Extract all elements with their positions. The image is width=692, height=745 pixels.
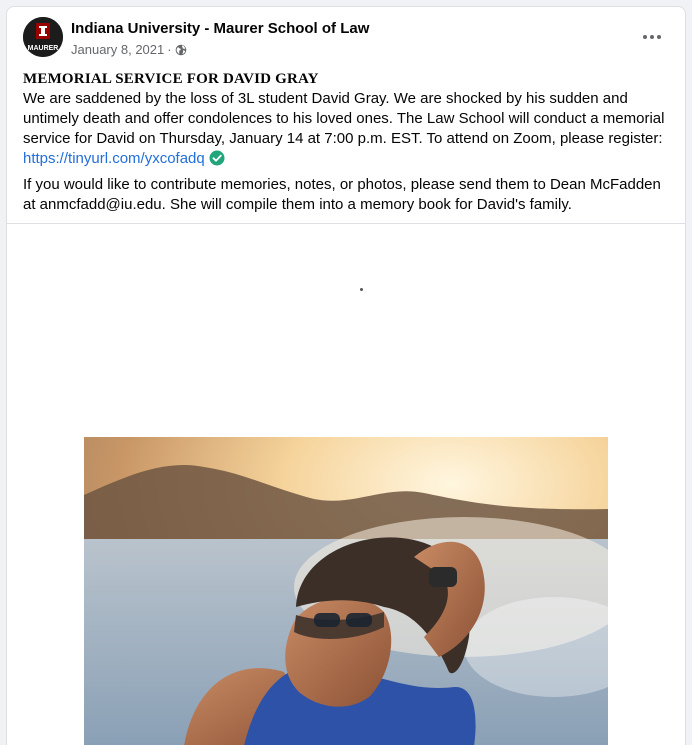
- page-avatar[interactable]: MAURER: [23, 17, 63, 57]
- post-title: MEMORIAL SERVICE FOR DAVID GRAY: [23, 71, 319, 87]
- post-header: MAURER Indiana University - Maurer Schoo…: [23, 17, 673, 63]
- paragraph-1-text: We are saddened by the loss of 3L studen…: [23, 90, 665, 147]
- more-options-dot: [657, 35, 661, 39]
- post-date[interactable]: January 8, 2021: [71, 42, 164, 57]
- post-paragraph-1: We are saddened by the loss of 3L studen…: [23, 89, 673, 169]
- avatar-text: MAURER: [28, 45, 59, 52]
- post-meta: January 8, 2021 ·: [71, 42, 187, 57]
- post-body: MEMORIAL SERVICE FOR DAVID GRAY We are s…: [23, 69, 673, 215]
- more-options-button[interactable]: [637, 25, 667, 49]
- register-link[interactable]: https://tinyurl.com/yxcofadq: [23, 150, 205, 167]
- check-circle-icon: [209, 150, 225, 166]
- post-media[interactable]: [7, 224, 685, 745]
- loading-dot: [360, 288, 363, 291]
- photo-image: [84, 437, 608, 745]
- post-paragraph-2: If you would like to contribute memories…: [23, 176, 661, 213]
- post-photo[interactable]: [84, 437, 608, 745]
- more-options-dot: [650, 35, 654, 39]
- globe-icon: [175, 44, 186, 55]
- page-name[interactable]: Indiana University - Maurer School of La…: [71, 20, 369, 37]
- maurer-logo-icon: MAURER: [23, 17, 63, 57]
- post-card: MAURER Indiana University - Maurer Schoo…: [6, 6, 686, 745]
- meta-separator: ·: [167, 42, 172, 57]
- more-options-icon: [643, 35, 647, 39]
